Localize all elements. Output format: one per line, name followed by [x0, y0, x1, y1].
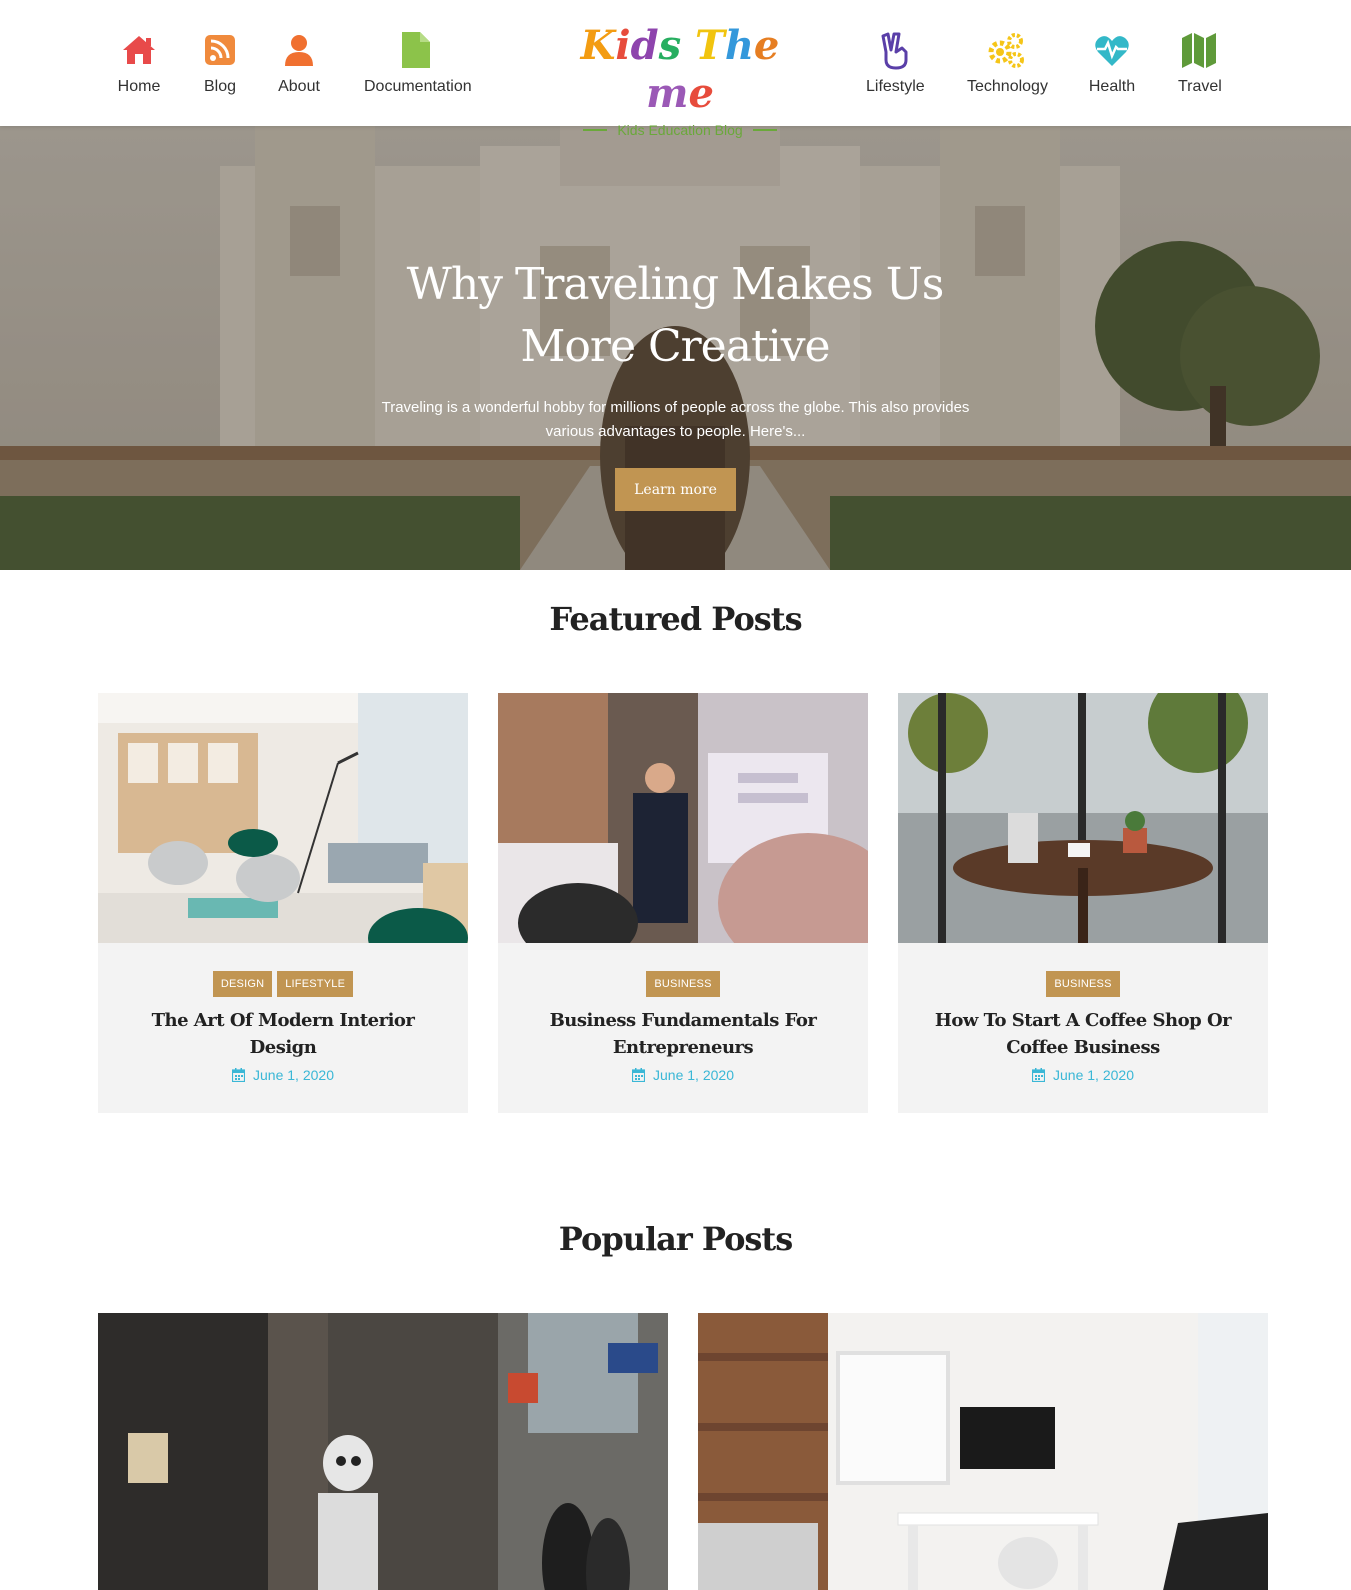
nav-technology[interactable]: Technology: [967, 30, 1048, 96]
tag-lifestyle[interactable]: LIFESTYLE: [277, 971, 354, 997]
logo-letter: [681, 22, 695, 70]
featured-post-card[interactable]: DESIGN LIFESTYLE The Art Of Modern Inter…: [98, 693, 468, 1113]
post-image-coffee: [898, 693, 1268, 943]
logo-subtitle: Kids Education Blog: [580, 122, 780, 138]
home-icon: [123, 36, 155, 64]
nav-home-label: Home: [117, 78, 161, 95]
logo-title: Kids Theme: [580, 22, 780, 118]
nav-lifestyle[interactable]: Lifestyle: [866, 30, 925, 96]
calendar-icon: [632, 1068, 646, 1082]
hero-section: Why Traveling Makes Us More Creative Tra…: [0, 126, 1351, 570]
post-tags: BUSINESS: [518, 971, 848, 997]
nav-health-label: Health: [1088, 78, 1136, 95]
popular-post-image-bedroom[interactable]: [698, 1313, 1268, 1590]
logo-letter: K: [580, 22, 616, 69]
tag-design[interactable]: DESIGN: [212, 971, 273, 997]
post-date: June 1, 2020: [918, 1067, 1248, 1083]
user-icon: [285, 35, 313, 66]
hero-title: Why Traveling Makes Us More Creative: [406, 259, 945, 372]
nav-lifestyle-label: Lifestyle: [866, 78, 925, 95]
nav-documentation[interactable]: Documentation: [364, 30, 472, 96]
popular-posts-title: Popular Posts: [558, 1220, 793, 1258]
site-header: Home Blog About Documentation Kids Theme: [0, 0, 1351, 138]
post-date-text: June 1, 2020: [253, 1067, 334, 1083]
logo-letter: d: [630, 22, 659, 69]
post-image-business: [498, 693, 868, 943]
nav-about[interactable]: About: [277, 30, 321, 96]
post-date-text: June 1, 2020: [1053, 1067, 1134, 1083]
post-date-text: June 1, 2020: [653, 1067, 734, 1083]
logo-letter: T: [695, 22, 725, 69]
nav-travel[interactable]: Travel: [1178, 30, 1222, 96]
nav-technology-label: Technology: [967, 78, 1048, 95]
file-icon: [402, 32, 430, 68]
tag-business[interactable]: BUSINESS: [1046, 971, 1120, 997]
featured-posts-title: Featured Posts: [549, 600, 802, 638]
calendar-icon: [1032, 1068, 1046, 1082]
nav-documentation-label: Documentation: [364, 78, 472, 95]
post-title[interactable]: Business Fundamentals For Entrepreneurs: [518, 1007, 848, 1061]
nav-blog-label: Blog: [203, 78, 237, 95]
cogs-icon: [988, 33, 1024, 68]
nav-travel-label: Travel: [1178, 78, 1222, 95]
rss-icon: [205, 35, 235, 65]
post-date: June 1, 2020: [118, 1067, 448, 1083]
post-title[interactable]: The Art Of Modern Interior Design: [118, 1007, 448, 1061]
hero-description: Traveling is a wonderful hobby for milli…: [381, 399, 970, 440]
logo-letter: e: [753, 22, 780, 69]
post-image-interior: [98, 693, 468, 943]
hand-peace-icon: [881, 32, 908, 70]
logo-subtitle-text: Kids Education Blog: [617, 122, 743, 138]
popular-post-image: [698, 1313, 1268, 1590]
post-tags: DESIGN LIFESTYLE: [118, 971, 448, 997]
tag-business[interactable]: BUSINESS: [646, 971, 720, 997]
site-logo[interactable]: Kids Theme Kids Education Blog: [580, 22, 780, 138]
nav-home[interactable]: Home: [117, 30, 161, 96]
calendar-icon: [232, 1068, 246, 1082]
logo-letter: i: [615, 22, 631, 69]
heartbeat-icon: [1095, 36, 1129, 66]
nav-about-label: About: [278, 78, 320, 95]
post-tags: BUSINESS: [918, 971, 1248, 997]
nav-blog[interactable]: Blog: [200, 30, 240, 96]
post-title[interactable]: How To Start A Coffee Shop Or Coffee Bus…: [918, 1007, 1248, 1061]
popular-post-image: [98, 1313, 668, 1590]
post-date: June 1, 2020: [518, 1067, 848, 1083]
map-icon: [1182, 33, 1216, 68]
learn-more-button[interactable]: Learn more: [615, 468, 736, 511]
logo-letter: e: [688, 70, 714, 117]
featured-post-card[interactable]: BUSINESS How To Start A Coffee Shop Or C…: [898, 693, 1268, 1113]
logo-letter: h: [724, 22, 754, 69]
logo-letter: m: [646, 70, 689, 117]
nav-health[interactable]: Health: [1088, 30, 1136, 96]
featured-post-card[interactable]: BUSINESS Business Fundamentals For Entre…: [498, 693, 868, 1113]
logo-letter: s: [658, 22, 682, 69]
popular-post-image-robot[interactable]: [98, 1313, 668, 1590]
